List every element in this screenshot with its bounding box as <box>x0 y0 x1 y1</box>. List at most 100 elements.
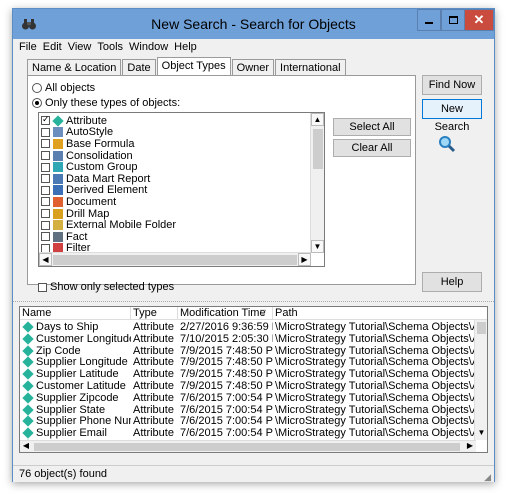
type-item[interactable]: External Mobile Folder <box>41 219 176 231</box>
object-types-panel: All objects Only these types of objects:… <box>27 75 416 293</box>
scroll-left-button[interactable]: ◀ <box>39 253 52 266</box>
type-list-hscroll[interactable]: ◀ ▶ <box>39 252 311 266</box>
menu-edit[interactable]: Edit <box>43 39 62 56</box>
attribute-icon <box>22 356 34 369</box>
tab-object-types[interactable]: Object Types <box>156 57 231 75</box>
object-type-list[interactable]: AttributeAutoStyleBase FormulaConsolidat… <box>38 112 325 267</box>
show-selected-checkbox[interactable] <box>38 282 47 292</box>
type-item[interactable]: AutoStyle <box>41 126 113 138</box>
cell-name: Supplier Latitude <box>22 368 131 380</box>
table-row[interactable]: Zip Code Attribute 7/9/2015 7:48:50 PM \Mic… <box>20 344 487 357</box>
tab-date[interactable]: Date <box>122 59 156 75</box>
col-header-name[interactable]: Name <box>20 307 131 320</box>
cell-path: \MicroStrategy Tutorial\Schema Objects\A… <box>275 380 475 392</box>
attribute-icon <box>22 427 34 439</box>
scroll-thumb[interactable] <box>313 129 323 169</box>
table-row[interactable]: Supplier Email Attribute 7/6/2015 7:00:54 … <box>20 427 487 440</box>
new-search-button[interactable]: New Search <box>422 99 482 133</box>
table-row[interactable]: Supplier Longitude Attribute 7/9/2015 7:48… <box>20 356 487 369</box>
type-checkbox[interactable] <box>41 220 50 230</box>
type-item[interactable]: Fact <box>41 231 87 243</box>
results-scroll-down-button[interactable]: ▼ <box>475 428 487 440</box>
type-item[interactable]: Attribute <box>41 114 107 127</box>
type-list-vscroll[interactable]: ▲ ▼ <box>310 113 324 253</box>
type-checkbox[interactable] <box>41 151 50 161</box>
tab-international[interactable]: International <box>275 59 346 75</box>
type-item[interactable]: Base Formula <box>41 138 134 150</box>
tab-owner[interactable]: Owner <box>231 59 275 75</box>
type-item[interactable]: Data Mart Report <box>41 173 150 185</box>
cell-type: Attribute <box>133 368 174 381</box>
results-table[interactable]: Name Type Modification Time ▽ Path Days … <box>19 306 488 453</box>
results-vscroll[interactable]: ▼ <box>474 320 487 440</box>
type-checkbox[interactable] <box>41 197 50 207</box>
select-all-button[interactable]: Select All <box>333 118 411 136</box>
close-button[interactable]: ✕ <box>464 9 494 31</box>
col-header-type[interactable]: Type <box>131 307 178 320</box>
menu-file[interactable]: File <box>19 39 37 56</box>
cell-modification-time: 2/27/2016 9:36:59 PM <box>180 321 273 333</box>
results-scroll-right-button[interactable]: ▶ <box>464 441 476 452</box>
scroll-up-button[interactable]: ▲ <box>311 113 324 126</box>
cell-name: Customer Longitude <box>22 333 131 345</box>
type-checkbox[interactable] <box>41 185 50 195</box>
show-selected-option[interactable]: Show only selected types <box>38 281 174 293</box>
type-checkbox[interactable] <box>41 127 50 137</box>
cell-type: Attribute <box>133 403 174 416</box>
splitter[interactable] <box>13 301 494 305</box>
find-now-button[interactable]: Find Now <box>422 75 482 95</box>
type-checkbox[interactable] <box>41 174 50 184</box>
scroll-down-button[interactable]: ▼ <box>311 240 324 253</box>
menu-view[interactable]: View <box>68 39 92 56</box>
type-checkbox[interactable] <box>41 139 50 149</box>
maximize-button[interactable] <box>441 9 465 31</box>
type-checkbox[interactable] <box>41 114 50 126</box>
cell-name-text: Supplier State <box>36 403 106 416</box>
menu-help[interactable]: Help <box>174 39 197 56</box>
attribute-icon <box>22 392 34 404</box>
results-hscroll-thumb[interactable] <box>34 443 460 451</box>
scroll-right-button[interactable]: ▶ <box>298 253 311 266</box>
only-types-radio[interactable] <box>32 98 42 108</box>
menu-tools[interactable]: Tools <box>97 39 123 56</box>
cell-type: Attribute <box>133 391 174 404</box>
attribute-icon <box>22 415 34 428</box>
cell-modification-time: 7/9/2015 7:48:50 PM <box>180 344 273 357</box>
all-objects-option[interactable]: All objects <box>32 82 95 94</box>
type-item[interactable]: Custom Group <box>41 161 138 173</box>
type-item[interactable]: Document <box>41 196 116 208</box>
resize-grip-icon[interactable]: ◢ <box>484 469 491 485</box>
cell-name: Supplier Phone Number <box>22 415 131 427</box>
cell-path: \MicroStrategy Tutorial\Schema Objects\A… <box>275 391 475 404</box>
clear-all-button[interactable]: Clear All <box>333 139 411 157</box>
cell-modification-time: 7/6/2015 7:00:54 PM <box>180 427 273 440</box>
menu-window[interactable]: Window <box>129 39 168 56</box>
table-row[interactable]: Supplier Latitude Attribute 7/9/2015 7:48:… <box>20 368 487 381</box>
type-checkbox[interactable] <box>41 232 50 242</box>
table-row[interactable]: Customer Longitude Attribute 7/10/2015 2:0… <box>20 333 487 345</box>
help-button[interactable]: Help <box>422 272 482 292</box>
only-types-option[interactable]: Only these types of objects: <box>32 97 180 109</box>
table-row[interactable]: Customer Latitude Attribute 7/9/2015 7:48:… <box>20 380 487 392</box>
type-checkbox[interactable] <box>41 209 50 219</box>
title-bar[interactable]: New Search - Search for Objects ✕ <box>13 9 494 39</box>
table-row[interactable]: Days to Ship Attribute 2/27/2016 9:36:59 P… <box>20 321 487 333</box>
minimize-button[interactable] <box>417 9 441 31</box>
results-hscroll[interactable]: ◀ ▶ <box>20 440 476 452</box>
table-row[interactable]: Supplier Phone NumberAttribute 7/6/2015 7… <box>20 415 487 427</box>
hscroll-thumb[interactable] <box>53 255 297 265</box>
cell-name-text: Customer Latitude <box>36 380 126 392</box>
results-scroll-left-button[interactable]: ◀ <box>20 441 32 452</box>
all-objects-radio[interactable] <box>32 83 42 93</box>
tab-name-location[interactable]: Name & Location <box>27 59 122 75</box>
results-scroll-thumb[interactable] <box>477 322 486 334</box>
type-item[interactable]: Consolidation <box>41 150 133 162</box>
type-item[interactable]: Derived Element <box>41 184 147 196</box>
type-item[interactable]: Drill Map <box>41 208 109 220</box>
type-checkbox[interactable] <box>41 162 50 172</box>
col-header-modification-time[interactable]: Modification Time ▽ <box>178 307 273 320</box>
col-header-path[interactable]: Path <box>273 307 487 320</box>
type-label: Data Mart Report <box>66 172 151 185</box>
table-row[interactable]: Supplier State Attribute 7/6/2015 7:00:54 … <box>20 403 487 416</box>
table-row[interactable]: Supplier Zipcode Attribute 7/6/2015 7:00:5… <box>20 391 487 404</box>
